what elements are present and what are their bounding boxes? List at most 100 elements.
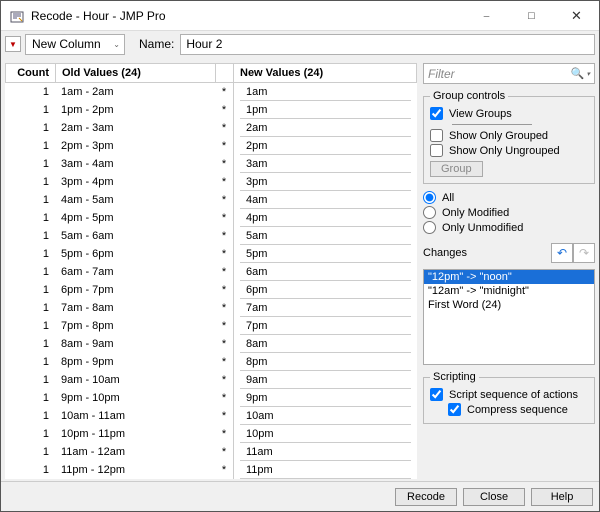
new-value-input[interactable] <box>240 119 411 137</box>
cell-new-value[interactable] <box>233 371 417 389</box>
radio-all[interactable]: All <box>423 190 595 205</box>
column-action-combo[interactable]: New Column ⌄ <box>25 34 125 55</box>
close-dialog-button[interactable]: Close <box>463 488 525 506</box>
cell-new-value[interactable] <box>233 263 417 281</box>
cell-new-value[interactable] <box>233 335 417 353</box>
cell-new-value[interactable] <box>233 281 417 299</box>
new-value-input[interactable] <box>240 83 411 101</box>
table-row[interactable]: 11pm - 2pm* <box>5 101 417 119</box>
cell-new-value[interactable] <box>233 101 417 119</box>
table-row[interactable]: 11am - 2am* <box>5 83 417 101</box>
new-value-input[interactable] <box>240 335 411 353</box>
cell-new-value[interactable] <box>233 209 417 227</box>
table-row[interactable]: 19am - 10am* <box>5 371 417 389</box>
table-row[interactable]: 111pm - 12pm* <box>5 461 417 479</box>
cell-new-value[interactable] <box>233 353 417 371</box>
table-row[interactable]: 110pm - 11pm* <box>5 425 417 443</box>
new-value-input[interactable] <box>240 443 411 461</box>
new-value-input[interactable] <box>240 173 411 191</box>
cell-new-value[interactable] <box>233 83 417 101</box>
group-button[interactable]: Group <box>430 161 483 177</box>
new-value-input[interactable] <box>240 461 411 479</box>
table-row[interactable]: 18am - 9am* <box>5 335 417 353</box>
table-row[interactable]: 15pm - 6pm* <box>5 245 417 263</box>
new-value-input[interactable] <box>240 227 411 245</box>
header-count[interactable]: Count <box>5 63 55 83</box>
table-row[interactable]: 110am - 11am* <box>5 407 417 425</box>
new-value-input[interactable] <box>240 137 411 155</box>
compress-sequence-checkbox[interactable]: Compress sequence <box>448 402 588 417</box>
cell-new-value[interactable] <box>233 425 417 443</box>
new-value-input[interactable] <box>240 353 411 371</box>
table-row[interactable]: 14am - 5am* <box>5 191 417 209</box>
new-value-input[interactable] <box>240 191 411 209</box>
table-row[interactable]: 16pm - 7pm* <box>5 281 417 299</box>
show-only-grouped-checkbox[interactable]: Show Only Grouped <box>430 128 588 143</box>
cell-count: 1 <box>5 209 55 227</box>
changes-list-item[interactable]: First Word (24) <box>424 298 594 312</box>
table-row[interactable]: 111am - 12am* <box>5 443 417 461</box>
titlebar: Recode - Hour - JMP Pro – □ ✕ <box>1 1 599 31</box>
new-value-input[interactable] <box>240 263 411 281</box>
cell-new-value[interactable] <box>233 227 417 245</box>
new-value-input[interactable] <box>240 371 411 389</box>
redo-button[interactable]: ↷ <box>573 243 595 263</box>
red-triangle-menu[interactable]: ▼ <box>5 36 21 52</box>
table-row[interactable]: 12am - 3am* <box>5 119 417 137</box>
table-row[interactable]: 17pm - 8pm* <box>5 317 417 335</box>
table-row[interactable]: 13am - 4am* <box>5 155 417 173</box>
radio-only-unmodified[interactable]: Only Unmodified <box>423 220 595 235</box>
table-row[interactable]: 19pm - 10pm* <box>5 389 417 407</box>
cell-new-value[interactable] <box>233 155 417 173</box>
new-value-input[interactable] <box>240 407 411 425</box>
script-sequence-checkbox[interactable]: Script sequence of actions <box>430 387 588 402</box>
header-new[interactable]: New Values (24) <box>233 63 417 83</box>
changes-list[interactable]: "12pm" -> "noon""12am" -> "midnight"Firs… <box>423 269 595 365</box>
show-only-ungrouped-checkbox[interactable]: Show Only Ungrouped <box>430 143 588 158</box>
new-value-input[interactable] <box>240 299 411 317</box>
close-button[interactable]: ✕ <box>554 1 599 30</box>
name-input[interactable]: Hour 2 <box>180 34 595 55</box>
filter-input[interactable]: Filter 🔍 ▾ <box>423 63 595 84</box>
header-modified-flag[interactable] <box>215 63 233 83</box>
table-row[interactable]: 12pm - 3pm* <box>5 137 417 155</box>
chevron-down-icon: ⌄ <box>113 40 120 49</box>
cell-new-value[interactable] <box>233 317 417 335</box>
cell-new-value[interactable] <box>233 191 417 209</box>
table-row[interactable]: 16am - 7am* <box>5 263 417 281</box>
new-value-input[interactable] <box>240 425 411 443</box>
radio-only-modified[interactable]: Only Modified <box>423 205 595 220</box>
new-value-input[interactable] <box>240 155 411 173</box>
table-row[interactable]: 14pm - 5pm* <box>5 209 417 227</box>
new-value-input[interactable] <box>240 209 411 227</box>
new-value-input[interactable] <box>240 245 411 263</box>
view-groups-checkbox[interactable]: View Groups <box>430 106 588 121</box>
cell-new-value[interactable] <box>233 299 417 317</box>
table-row[interactable]: 18pm - 9pm* <box>5 353 417 371</box>
help-button[interactable]: Help <box>531 488 593 506</box>
cell-new-value[interactable] <box>233 245 417 263</box>
new-value-input[interactable] <box>240 101 411 119</box>
cell-new-value[interactable] <box>233 443 417 461</box>
new-value-input[interactable] <box>240 317 411 335</box>
filter-placeholder: Filter <box>428 67 455 81</box>
table-row[interactable]: 13pm - 4pm* <box>5 173 417 191</box>
cell-new-value[interactable] <box>233 407 417 425</box>
cell-new-value[interactable] <box>233 461 417 479</box>
cell-new-value[interactable] <box>233 173 417 191</box>
new-value-input[interactable] <box>240 281 411 299</box>
cell-new-value[interactable] <box>233 119 417 137</box>
undo-button[interactable]: ↶ <box>551 243 573 263</box>
minimize-button[interactable]: – <box>464 1 509 30</box>
changes-list-item[interactable]: "12am" -> "midnight" <box>424 284 594 298</box>
new-value-input[interactable] <box>240 389 411 407</box>
header-old[interactable]: Old Values (24) <box>55 63 215 83</box>
recode-button[interactable]: Recode <box>395 488 457 506</box>
maximize-button[interactable]: □ <box>509 1 554 30</box>
table-row[interactable]: 17am - 8am* <box>5 299 417 317</box>
changes-list-item[interactable]: "12pm" -> "noon" <box>424 270 594 284</box>
cell-new-value[interactable] <box>233 389 417 407</box>
table-row[interactable]: 15am - 6am* <box>5 227 417 245</box>
filter-radios: All Only Modified Only Unmodified <box>423 190 595 235</box>
cell-new-value[interactable] <box>233 137 417 155</box>
